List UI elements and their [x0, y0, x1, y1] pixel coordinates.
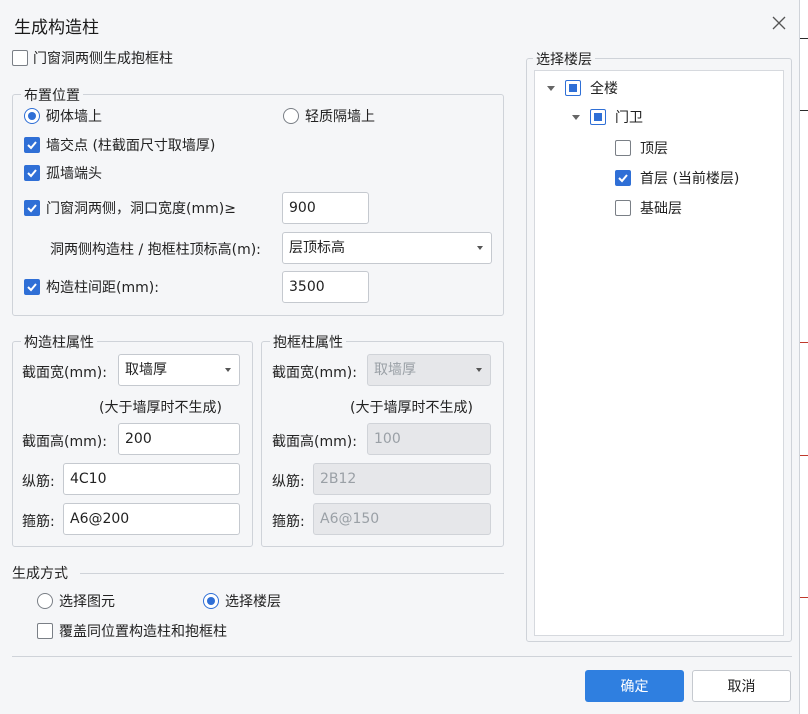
column-long-bar-label: 纵筋:	[22, 474, 55, 490]
column-height-label: 截面高(mm):	[22, 434, 107, 450]
check-icon	[27, 283, 37, 292]
isolated-wall-end-label: 孤墙端头	[46, 166, 102, 182]
column-width-label: 截面宽(mm):	[22, 365, 107, 381]
floor-item-checkbox[interactable]	[615, 200, 631, 216]
column-props-title: 构造柱属性	[21, 332, 97, 352]
column-stirrup-label: 箍筋:	[22, 514, 55, 530]
masonry-wall-label: 砌体墙上	[46, 109, 102, 125]
chevron-down-icon[interactable]	[572, 115, 580, 120]
dialog-title: 生成构造柱	[14, 18, 99, 38]
floor-building-checkbox[interactable]	[590, 109, 606, 125]
frame-stirrup-label: 箍筋:	[272, 514, 305, 530]
isolated-wall-end-checkbox[interactable]	[24, 165, 40, 181]
light-wall-radio[interactable]	[283, 108, 299, 124]
floor-select-title: 选择楼层	[533, 49, 595, 69]
overwrite-checkbox[interactable]	[37, 623, 53, 639]
floor-item-label: 顶层	[640, 141, 668, 157]
floor-item-checkbox[interactable]	[615, 170, 631, 186]
select-elements-label: 选择图元	[59, 594, 115, 610]
select-floors-label: 选择楼层	[225, 594, 281, 610]
top-elevation-label: 洞两侧构造柱 / 抱框柱顶标高(m):	[50, 242, 261, 258]
frame-width-value: 取墙厚	[374, 362, 416, 378]
frame-column-checkbox[interactable]	[12, 50, 28, 66]
opening-sides-label: 门窗洞两侧，洞口宽度(mm)≥	[46, 201, 236, 217]
close-icon[interactable]	[768, 12, 790, 34]
floor-item-label: 基础层	[640, 201, 682, 217]
floor-root-label: 全楼	[590, 81, 618, 97]
spacing-label: 构造柱间距(mm):	[46, 280, 159, 296]
wall-intersection-checkbox[interactable]	[24, 137, 40, 153]
opening-width-input[interactable]: 900	[282, 192, 369, 224]
chevron-down-icon[interactable]	[547, 86, 555, 91]
check-icon	[27, 141, 37, 150]
frame-height-label: 截面高(mm):	[272, 434, 357, 450]
overwrite-label: 覆盖同位置构造柱和抱框柱	[59, 624, 227, 640]
column-stirrup-input[interactable]: A6@200	[63, 503, 240, 535]
column-height-input[interactable]: 200	[118, 423, 240, 455]
light-wall-label: 轻质隔墙上	[305, 109, 375, 125]
generate-mode-title: 生成方式	[12, 566, 68, 582]
frame-width-label: 截面宽(mm):	[272, 365, 357, 381]
chevron-down-icon	[476, 368, 482, 372]
top-elevation-value: 层顶标高	[289, 240, 345, 256]
opening-sides-checkbox[interactable]	[24, 200, 40, 216]
masonry-wall-radio[interactable]	[24, 108, 40, 124]
frame-props-title: 抱框柱属性	[270, 332, 346, 352]
frame-stirrup-input: A6@150	[313, 503, 491, 535]
frame-long-bar-label: 纵筋:	[272, 474, 305, 490]
ok-button[interactable]: 确定	[585, 670, 684, 702]
floor-root-checkbox[interactable]	[565, 80, 581, 96]
floor-item-label: 首层 (当前楼层)	[640, 171, 740, 187]
frame-width-note: (大于墙厚时不生成)	[350, 400, 473, 416]
cancel-button[interactable]: 取消	[692, 670, 791, 702]
chevron-down-icon	[225, 368, 231, 372]
chevron-down-icon	[477, 246, 483, 250]
column-width-select[interactable]: 取墙厚	[118, 354, 240, 386]
check-icon	[27, 204, 37, 213]
column-width-value: 取墙厚	[125, 362, 167, 378]
floor-building-label: 门卫	[615, 110, 643, 126]
frame-column-label: 门窗洞两侧生成抱框柱	[33, 51, 173, 67]
spacing-input[interactable]: 3500	[282, 271, 369, 303]
frame-width-select: 取墙厚	[367, 354, 491, 386]
footer-divider	[12, 656, 792, 657]
select-floors-radio[interactable]	[203, 593, 219, 609]
column-width-note: (大于墙厚时不生成)	[99, 400, 222, 416]
floor-item-checkbox[interactable]	[615, 140, 631, 156]
generate-mode-divider	[80, 573, 504, 574]
background-canvas-edge	[800, 0, 808, 714]
generate-column-dialog: 生成构造柱 门窗洞两侧生成抱框柱 布置位置 砌体墙上 轻质隔墙上 墙交点 (柱截…	[0, 0, 800, 714]
column-long-bar-input[interactable]: 4C10	[63, 463, 240, 495]
spacing-checkbox[interactable]	[24, 279, 40, 295]
select-elements-radio[interactable]	[37, 593, 53, 609]
top-elevation-select[interactable]: 层顶标高	[282, 232, 492, 264]
frame-long-bar-input: 2B12	[313, 463, 491, 495]
check-icon	[618, 174, 628, 183]
placement-group-title: 布置位置	[21, 85, 83, 105]
wall-intersection-label: 墙交点 (柱截面尺寸取墙厚)	[46, 138, 216, 154]
check-icon	[27, 169, 37, 178]
frame-height-input: 100	[367, 423, 491, 455]
